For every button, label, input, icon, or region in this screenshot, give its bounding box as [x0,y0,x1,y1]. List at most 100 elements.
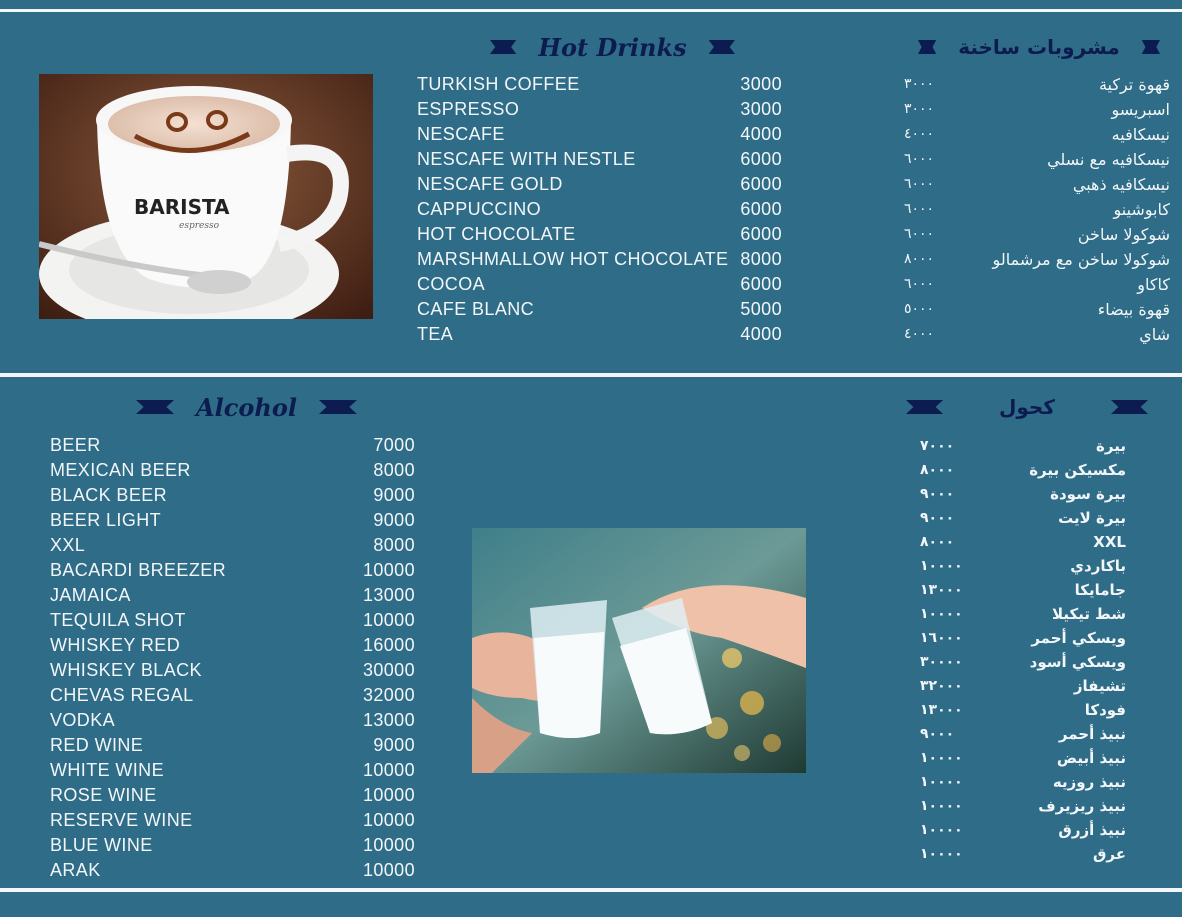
menu-item-name: WHISKEY RED [50,635,181,655]
menu-item: ARAK 10000 [50,858,415,883]
menu-item-name: قهوة تركية [1098,75,1170,94]
menu-item-name: CAPPUCCINO [417,199,542,219]
menu-item-price: ٦٠٠٠ [904,201,935,217]
menu-item-name: ARAK [50,860,101,880]
menu-item-price: ٤٠٠٠ [904,126,935,142]
menu-item-name: شوكولا ساخن [1077,225,1170,244]
alcohol-title-en: Alcohol [196,392,297,422]
menu-item-price: ١٠٠٠٠ [920,606,963,622]
menu-item: بيرة ٧٠٠٠ [920,434,1126,458]
menu-item-price: 10000 [362,610,415,630]
alcohol-banner-ar: كحول [906,394,1148,420]
banner-flag-icon [136,400,175,414]
menu-item: نيسكافيه ٤٠٠٠ [898,122,1170,147]
menu-item-price: 6000 [740,174,782,194]
menu-item-price: 10000 [362,785,415,805]
menu-item-name: كاكاو [1137,275,1170,294]
top-divider [0,9,1182,12]
menu-item-name: NESCAFE GOLD [417,174,563,194]
menu-item: BEER LIGHT 9000 [50,508,415,533]
menu-item-name: XXL [50,535,86,555]
menu-item-name: JAMAICA [50,585,131,605]
menu-item-price: ٨٠٠٠ [920,534,955,550]
menu-item-price: 13000 [362,585,415,605]
alcohol-list-ar: بيرة ٧٠٠٠ مكسيكن بيرة ٨٠٠٠ بيرة سودة ٩٠٠٠ بيرة… [920,434,1126,866]
menu-item: MARSHMALLOW HOT CHOCOLATE 8000 [417,247,782,272]
menu-item-name: TURKISH COFFEE [417,74,580,94]
menu-item: شط تيكيلا ١٠٠٠٠ [920,602,1126,626]
menu-item-price: ٦٠٠٠ [904,276,935,292]
menu-item: كابوشينو ٦٠٠٠ [898,197,1170,222]
menu-item-name: نيسكافيه مع نسلي [1047,150,1170,169]
menu-item: WHISKEY BLACK 30000 [50,658,415,683]
menu-item-price: 6000 [740,274,782,294]
menu-item-name: نبيذ أحمر [1058,725,1126,743]
menu-item-price: 8000 [740,249,782,269]
menu-item-price: 9000 [373,485,415,505]
menu-item-price: ١٠٠٠٠ [920,750,963,766]
menu-item: COCOA 6000 [417,272,782,297]
menu-item-name: NESCAFE [417,124,505,144]
menu-item-name: CHEVAS REGAL [50,685,194,705]
coffee-cup-photo: BARISTA espresso [39,74,373,319]
menu-item: TEA 4000 [417,322,782,347]
menu-item-name: HOT CHOCOLATE [417,224,576,244]
menu-item: نبيذ روزيه ١٠٠٠٠ [920,770,1126,794]
menu-item-name: شاي [1139,325,1170,344]
menu-item-price: 9000 [373,510,415,530]
menu-item: نبيذ أحمر ٩٠٠٠ [920,722,1126,746]
menu-item: BACARDI BREEZER 10000 [50,558,415,583]
menu-item-price: 8000 [373,535,415,555]
menu-item-price: 32000 [362,685,415,705]
menu-item: XXL ٨٠٠٠ [920,530,1126,554]
banner-flag-icon [918,40,937,54]
menu-item-name: WHISKEY BLACK [50,660,202,680]
menu-item-price: ١٠٠٠٠ [920,822,963,838]
banner-flag-icon [318,400,357,414]
menu-item-price: 6000 [740,199,782,219]
menu-item-price: 7000 [373,435,415,455]
menu-item: VODKA 13000 [50,708,415,733]
menu-item: بيرة سودة ٩٠٠٠ [920,482,1126,506]
menu-item-price: ٦٠٠٠ [904,226,935,242]
menu-item-price: ٩٠٠٠ [920,510,955,526]
menu-item-price: 5000 [740,299,782,319]
menu-item-price: 10000 [362,810,415,830]
menu-item-price: ١٠٠٠٠ [920,774,963,790]
menu-item-name: RED WINE [50,735,144,755]
menu-item-price: ١٦٠٠٠ [920,630,963,646]
menu-item: NESCAFE GOLD 6000 [417,172,782,197]
menu-item: ويسكي أحمر ١٦٠٠٠ [920,626,1126,650]
menu-item-name: شط تيكيلا [1051,605,1126,623]
menu-item-name: ويسكي أسود [1029,653,1126,671]
menu-item: MEXICAN BEER 8000 [50,458,415,483]
menu-item: مكسيكن بيرة ٨٠٠٠ [920,458,1126,482]
coffee-cup-illustration: BARISTA espresso [39,74,373,319]
menu-item-name: نبيذ أبيض [1056,749,1126,767]
menu-item-name: عرق [1093,845,1126,863]
menu-item: باكاردي ١٠٠٠٠ [920,554,1126,578]
menu-item: CHEVAS REGAL 32000 [50,683,415,708]
menu-item: نبيذ ريزيرف ١٠٠٠٠ [920,794,1126,818]
menu-item-price: ١٠٠٠٠ [920,798,963,814]
menu-item-price: ٧٠٠٠ [920,438,955,454]
menu-item-price: ٤٠٠٠ [904,326,935,342]
menu-item-price: ٥٠٠٠ [904,301,935,317]
menu-item-price: ٣٢٠٠٠ [920,678,963,694]
banner-flag-icon [1141,40,1160,54]
toast-glasses-photo [472,528,806,773]
menu-item-price: 3000 [740,99,782,119]
menu-item: شاي ٤٠٠٠ [898,322,1170,347]
menu-item-name: نيسكافيه [1111,125,1170,144]
menu-item: XXL 8000 [50,533,415,558]
menu-item-name: WHITE WINE [50,760,164,780]
menu-item: شوكولا ساخن مع مرشمالو ٨٠٠٠ [898,247,1170,272]
menu-item-price: 10000 [362,760,415,780]
banner-flag-icon [1110,400,1148,414]
menu-item-name: بيرة [1096,437,1126,455]
menu-item: ROSE WINE 10000 [50,783,415,808]
menu-item-name: MEXICAN BEER [50,460,191,480]
banner-flag-icon [708,40,735,54]
menu-item-price: ١٠٠٠٠ [920,846,963,862]
hot-drinks-list-en: TURKISH COFFEE 3000 ESPRESSO 3000 NESCAFE 400… [417,72,782,347]
